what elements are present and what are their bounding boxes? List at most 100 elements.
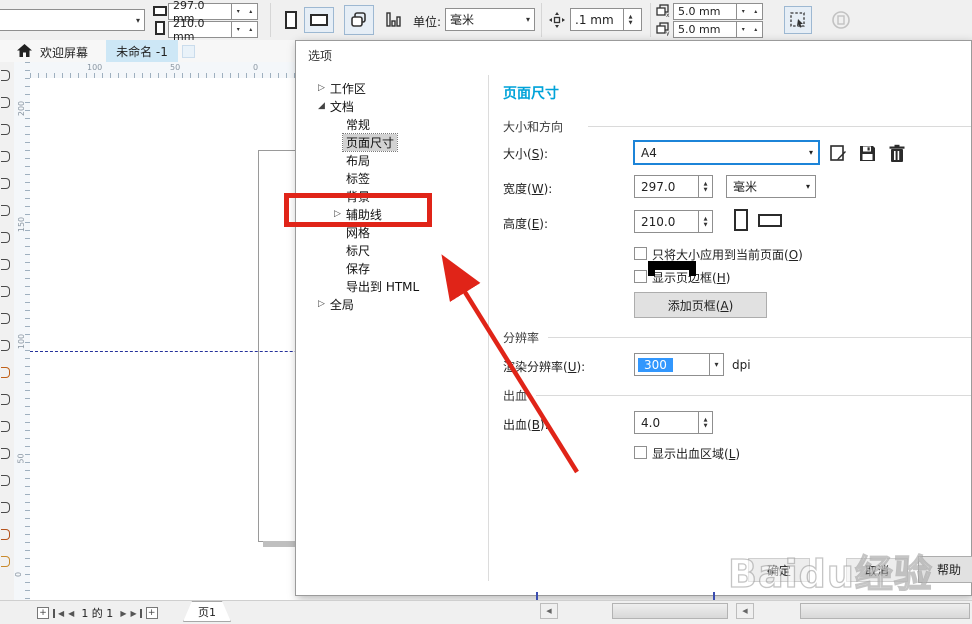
tool-icon[interactable]	[1, 124, 10, 135]
show-border-checkbox[interactable]	[634, 270, 647, 283]
trash-icon	[888, 144, 906, 163]
tool-icon[interactable]	[1, 232, 10, 243]
size-label: 大小(S):	[503, 145, 548, 162]
new-tab-icon[interactable]	[182, 45, 195, 58]
scroll-left-button-2[interactable]: ◀	[736, 603, 754, 619]
nudge-spinner[interactable]: ▲▼	[623, 9, 637, 30]
scrollbar-thumb[interactable]	[612, 603, 728, 619]
tool-icon[interactable]	[1, 448, 10, 459]
help-button[interactable]: 帮助	[918, 556, 972, 583]
tool-icon[interactable]	[1, 97, 10, 108]
portrait-toggle[interactable]	[734, 209, 748, 231]
add-page-icon[interactable]: +	[37, 607, 49, 619]
tree-item-rulers[interactable]: 标尺	[346, 241, 370, 259]
tool-icon[interactable]	[1, 421, 10, 432]
tool-icon[interactable]	[1, 556, 10, 567]
show-bleed-checkbox[interactable]	[634, 446, 647, 459]
duplicate-y-spinner[interactable]: ▾▴	[737, 21, 763, 38]
apply-current-page-button[interactable]	[378, 5, 408, 35]
resolution-combobox[interactable]: 300 ▾	[634, 353, 724, 376]
tool-icon[interactable]	[1, 313, 10, 324]
duplicate-x-field[interactable]: 5.0 mm	[673, 3, 737, 20]
tool-icon[interactable]	[1, 286, 10, 297]
units-combobox[interactable]: 毫米 ▾	[445, 8, 535, 31]
duplicate-y-field[interactable]: 5.0 mm	[673, 21, 737, 38]
tree-item-label[interactable]: 标签	[346, 169, 370, 187]
treat-as-filled-button[interactable]	[784, 6, 812, 34]
height-spinner[interactable]: ▲▼	[698, 211, 712, 232]
page-height-spinner[interactable]: ▾▴	[232, 21, 258, 38]
duplicate-x-value: 5.0 mm	[678, 5, 720, 18]
landscape-toggle[interactable]	[758, 214, 782, 227]
page-edit-icon	[829, 144, 848, 163]
vruler-label: 100	[17, 334, 26, 349]
tool-icon[interactable]	[1, 70, 10, 81]
add-page-icon[interactable]: +	[146, 607, 158, 619]
page-width-spinner[interactable]: ▾▴	[232, 3, 258, 20]
vertical-ruler[interactable]: 200 150 100 50 0	[14, 62, 31, 600]
tree-item-page-size[interactable]: 页面尺寸	[343, 133, 397, 151]
duplicate-y-value: 5.0 mm	[678, 23, 720, 36]
tree-item-general[interactable]: 常规	[346, 115, 370, 133]
tab-document-active[interactable]: 未命名 -1	[106, 40, 178, 62]
page-tab[interactable]: 页1	[183, 601, 231, 622]
toolbar-separator	[270, 3, 271, 37]
tool-icon[interactable]	[1, 475, 10, 486]
bleed-field[interactable]: 4.0 ▲▼	[634, 411, 713, 434]
last-page-icon[interactable]: ▶	[130, 609, 136, 618]
tool-icon[interactable]	[1, 340, 10, 351]
tool-icon[interactable]	[1, 178, 10, 189]
page-height-field[interactable]: 210.0 mm	[168, 21, 232, 38]
first-page-icon[interactable]: ◀	[58, 609, 64, 618]
bleed-value: 4.0	[635, 416, 666, 430]
tree-item-layout[interactable]: 布局	[346, 151, 370, 169]
tool-icon[interactable]	[1, 367, 10, 378]
tree-item-workspace[interactable]: ▷ 工作区	[318, 79, 366, 97]
save-size-button[interactable]	[856, 142, 878, 164]
next-page-icon[interactable]: ▶	[120, 609, 126, 618]
width-unit-combobox[interactable]: 毫米 ▾	[726, 175, 816, 198]
tree-item-save[interactable]: 保存	[346, 259, 370, 277]
tool-icon[interactable]	[1, 151, 10, 162]
apply-current-checkbox[interactable]	[634, 247, 647, 260]
width-field[interactable]: 297.0 ▲▼	[634, 175, 713, 198]
show-bleed-label[interactable]: 显示出血区域(L)	[652, 445, 740, 462]
size-combobox[interactable]: A4 ▾	[634, 141, 819, 164]
delete-size-button[interactable]	[886, 142, 908, 164]
units-label: 单位:	[413, 13, 441, 30]
apply-all-pages-button[interactable]	[344, 5, 374, 35]
paper-type-combobox[interactable]: ▾	[0, 9, 145, 31]
nudge-distance-field[interactable]: .1 mm ▲▼	[570, 8, 642, 31]
tab-welcome-label[interactable]: 欢迎屏幕	[40, 44, 88, 61]
tree-expanded-icon[interactable]: ◢	[318, 101, 325, 111]
cancel-button[interactable]: 取消	[846, 558, 908, 582]
chevron-down-icon: ▾	[709, 354, 723, 375]
tool-icon[interactable]	[1, 394, 10, 405]
add-page-frame-button[interactable]: 添加页框(A)	[634, 292, 767, 318]
duplicate-x-spinner[interactable]: ▾▴	[737, 3, 763, 20]
tool-icon[interactable]	[1, 259, 10, 270]
prev-page-icon[interactable]: ◀	[68, 609, 74, 618]
height-field[interactable]: 210.0 ▲▼	[634, 210, 713, 233]
nudge-offset-icon	[547, 10, 567, 30]
tree-collapsed-icon[interactable]: ▷	[318, 83, 325, 93]
tree-item-global[interactable]: ▷ 全局	[318, 295, 354, 313]
scrollbar-thumb-2[interactable]	[800, 603, 970, 619]
tree-item-export-html[interactable]: 导出到 HTML	[346, 277, 419, 295]
tab-welcome[interactable]	[15, 43, 33, 59]
get-from-printer-button[interactable]	[827, 142, 849, 164]
group-size-orientation: 大小和方向	[503, 118, 563, 135]
tool-icon[interactable]	[1, 502, 10, 513]
svg-text:x: x	[666, 12, 670, 18]
options-dialog: 选项 ▷ 工作区 ◢ 文档 常规 页面尺寸 布局 标签 背景 ▷ 辅助线	[295, 40, 972, 596]
tree-item-document[interactable]: ◢ 文档	[318, 97, 354, 115]
tree-collapsed-icon[interactable]: ▷	[318, 299, 325, 309]
scroll-left-button[interactable]: ◀	[540, 603, 558, 619]
portrait-orientation-button[interactable]	[280, 7, 302, 33]
tool-icon[interactable]	[1, 205, 10, 216]
tool-icon[interactable]	[1, 529, 10, 540]
width-spinner[interactable]: ▲▼	[698, 176, 712, 197]
landscape-orientation-button[interactable]	[304, 7, 334, 33]
bleed-spinner[interactable]: ▲▼	[698, 412, 712, 433]
ok-button[interactable]: 确定	[748, 558, 810, 582]
